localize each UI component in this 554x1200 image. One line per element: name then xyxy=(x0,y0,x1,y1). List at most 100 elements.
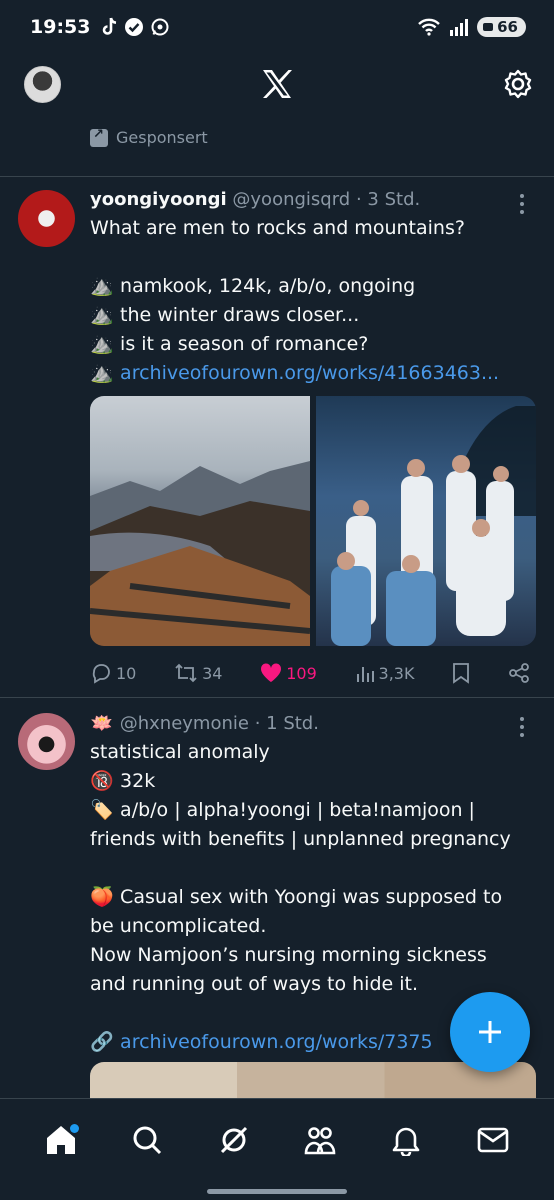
tweet-1-avatar[interactable] xyxy=(18,190,75,247)
tweet-text-line: 🔞 32k xyxy=(90,767,536,796)
tweet-2-avatar[interactable] xyxy=(18,713,75,770)
check-icon xyxy=(125,18,144,36)
tweet-2-media-preview[interactable] xyxy=(90,1062,536,1098)
notifications-icon xyxy=(393,1127,420,1156)
reply-icon xyxy=(92,664,110,684)
tag-icon: 🏷️ xyxy=(90,799,114,821)
tweet-2-handle[interactable]: @hxneymonie xyxy=(120,713,249,734)
tweet-1-time: · 3 Std. xyxy=(355,189,421,210)
tweet-text-line: ⛰️ is it a season of romance? xyxy=(90,330,536,359)
like-count: 109 xyxy=(286,663,317,683)
tweet-1-text: What are men to rocks and mountains? ⛰️ … xyxy=(90,214,536,388)
tweet-text-line: be uncomplicated. xyxy=(90,915,267,937)
repost-button[interactable]: 34 xyxy=(174,662,222,684)
gesture-bar[interactable] xyxy=(207,1189,347,1194)
tweet-1-handle[interactable]: @yoongisqrd xyxy=(232,189,350,210)
top-bar xyxy=(0,54,554,114)
battery-indicator: 66 xyxy=(477,17,526,37)
sponsored-text: Gesponsert xyxy=(116,128,208,147)
messages-icon xyxy=(477,1127,509,1152)
bookmark-icon xyxy=(453,663,470,684)
bottom-nav xyxy=(0,1098,554,1180)
tweet-1[interactable]: yoongiyoongi @yoongisqrd · 3 Std. What a… xyxy=(0,176,554,697)
mountain-icon: ⛰️ xyxy=(90,362,114,384)
tweet-text-line: What are men to rocks and mountains? xyxy=(90,217,465,239)
bookmark-button[interactable] xyxy=(452,662,470,684)
tweet-text-line xyxy=(90,243,536,272)
nav-notifications[interactable] xyxy=(382,1116,430,1164)
tweet-text: namkook, 124k, a/b/o, ongoing xyxy=(120,275,416,297)
views-count: 3,3K xyxy=(378,663,415,683)
tweet-2-link[interactable]: archiveofourown.org/works/7375 xyxy=(120,1031,433,1053)
tweet-text-line: Now Namjoon’s nursing morning sickness xyxy=(90,944,487,966)
reply-button[interactable]: 10 xyxy=(90,662,136,684)
tweet-text: is it a season of romance? xyxy=(120,333,369,355)
status-left: 19:53 xyxy=(30,16,170,38)
mountain-icon: ⛰️ xyxy=(90,275,114,297)
no-under-18-icon: 🔞 xyxy=(90,770,114,792)
repost-count: 34 xyxy=(202,663,223,683)
avatar[interactable] xyxy=(24,66,61,103)
media-image-group[interactable] xyxy=(316,396,536,646)
lotus-icon: 🪷 xyxy=(90,713,114,734)
tweet-text-line: 🏷️ a/b/o | alpha!yoongi | beta!namjoon | xyxy=(90,796,536,825)
tweet-1-body: yoongiyoongi @yoongisqrd · 3 Std. What a… xyxy=(90,186,536,388)
nav-grok[interactable] xyxy=(210,1116,258,1164)
tweet-text-line xyxy=(90,854,536,883)
tweet-text-line: ⛰️ namkook, 124k, a/b/o, ongoing xyxy=(90,272,536,301)
tweet-text: the winter draws closer... xyxy=(120,304,360,326)
tweet-2-header: 🪷 @hxneymonie · 1 Std. xyxy=(90,710,536,738)
gear-icon[interactable] xyxy=(502,68,534,100)
nav-messages[interactable] xyxy=(469,1116,517,1164)
repost-icon xyxy=(175,663,197,683)
tweet-text: 32k xyxy=(120,770,156,792)
media-image-hanok[interactable] xyxy=(90,396,311,646)
share-button[interactable] xyxy=(508,662,530,684)
tiktok-icon xyxy=(103,17,117,35)
mountain-icon: ⛰️ xyxy=(90,304,114,326)
sponsored-label: Gesponsert xyxy=(90,127,208,147)
views-button[interactable]: 3,3K xyxy=(355,663,415,683)
mountain-icon: ⛰️ xyxy=(90,333,114,355)
tweet-1-author-name[interactable]: yoongiyoongi xyxy=(90,189,227,210)
status-bar: 19:53 66 xyxy=(0,0,554,54)
nav-home[interactable] xyxy=(37,1116,85,1164)
notification-dot xyxy=(70,1123,80,1133)
share-icon xyxy=(509,663,529,683)
promoted-icon xyxy=(90,127,108,147)
status-app-icons xyxy=(100,17,170,37)
communities-icon xyxy=(304,1126,336,1154)
like-button[interactable]: 109 xyxy=(260,663,317,683)
wifi-icon xyxy=(418,18,440,36)
tweet-text: a/b/o | alpha!yoongi | beta!namjoon | xyxy=(120,799,475,821)
nav-search[interactable] xyxy=(123,1116,171,1164)
link-icon: 🔗 xyxy=(90,1031,114,1053)
tweet-text-line: 🍑 Casual sex with Yoongi was supposed to xyxy=(90,883,536,912)
nav-communities[interactable] xyxy=(296,1116,344,1164)
hanok-roof-illustration xyxy=(90,461,311,646)
tweet-1-link[interactable]: archiveofourown.org/works/41663463... xyxy=(120,362,499,384)
x-logo-icon[interactable] xyxy=(260,67,294,101)
tweet-1-media[interactable] xyxy=(90,396,536,646)
compose-button[interactable] xyxy=(450,992,530,1072)
tweet-text-line: ⛰️ the winter draws closer... xyxy=(90,301,536,330)
group-photo-illustration xyxy=(331,406,536,646)
whatsapp-icon xyxy=(151,18,169,36)
tweet-text: Casual sex with Yoongi was supposed to xyxy=(120,886,503,908)
grok-icon xyxy=(220,1126,247,1153)
tweet-1-actions: 10 34 109 3,3K xyxy=(90,662,530,684)
tweet-text-line: ⛰️ archiveofourown.org/works/41663463... xyxy=(90,359,536,388)
views-icon xyxy=(356,667,374,682)
reply-count: 10 xyxy=(116,663,137,683)
tweet-2-time: · 1 Std. xyxy=(254,713,319,734)
status-right: 66 xyxy=(417,17,526,37)
plus-icon xyxy=(479,1021,501,1043)
tweet-text-line: and running out of ways to hide it. xyxy=(90,973,419,995)
peach-icon: 🍑 xyxy=(90,886,114,908)
signal-icon xyxy=(450,19,469,36)
heart-filled-icon xyxy=(261,663,282,682)
search-icon xyxy=(133,1126,162,1154)
clock: 19:53 xyxy=(30,16,91,38)
tweet-1-header: yoongiyoongi @yoongisqrd · 3 Std. xyxy=(90,186,536,214)
tweet-text-line: friends with benefits | unplanned pregna… xyxy=(90,828,511,850)
